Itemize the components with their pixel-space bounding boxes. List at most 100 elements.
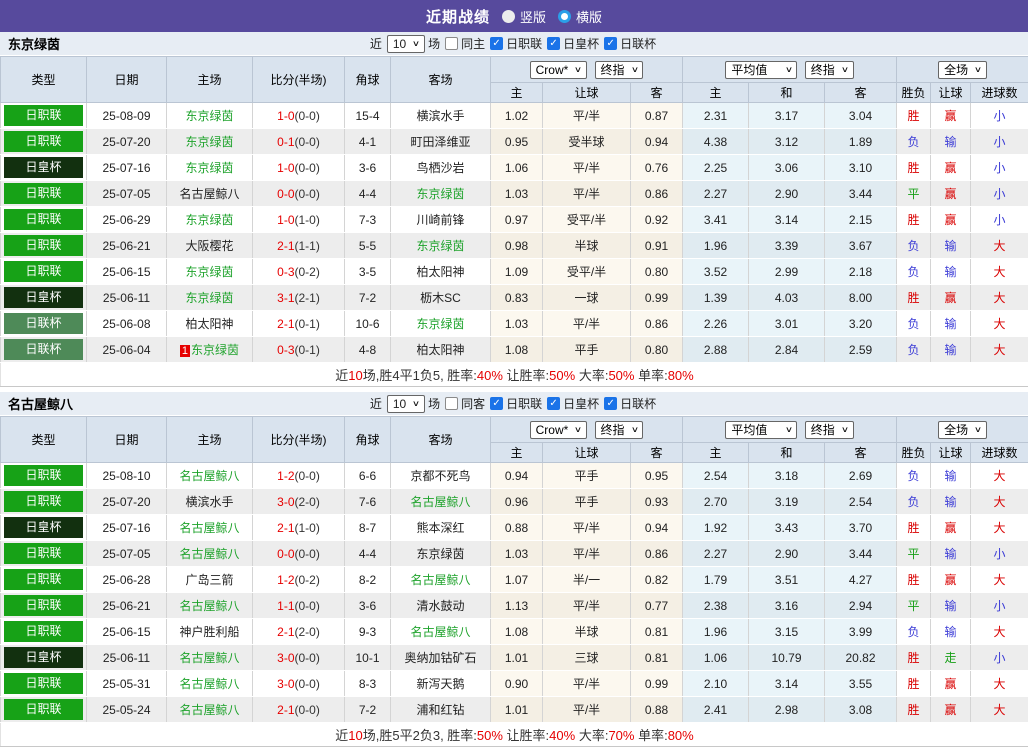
scope-select[interactable]: 全场∨ xyxy=(938,421,987,439)
score-cell: 0-3(0-2) xyxy=(253,259,345,285)
odds-source-header: Crow*∨ 终指∨ xyxy=(491,57,683,83)
scope-select[interactable]: 全场∨ xyxy=(938,61,987,79)
same-venue-checkbox[interactable] xyxy=(445,397,458,410)
score-cell: 0-1(0-0) xyxy=(253,129,345,155)
recent-count-select[interactable]: 10∨ xyxy=(387,35,425,53)
league-filter-checkbox-jleague[interactable] xyxy=(490,397,503,410)
result-handicap-cell: 输 xyxy=(931,311,971,337)
filter-games-label: 场 xyxy=(428,35,440,52)
date-cell: 25-08-10 xyxy=(87,463,167,489)
full-time-score: 1-2 xyxy=(277,573,294,587)
result-goals-cell: 大 xyxy=(971,697,1028,723)
corner-cell: 7-6 xyxy=(345,489,391,515)
avg-stage-select[interactable]: 终指∨ xyxy=(805,421,854,439)
date-cell: 25-06-15 xyxy=(87,619,167,645)
away-team-cell: 东京绿茵 xyxy=(391,311,491,337)
matches-table-home-team: 类型 日期 主场 比分(半场) 角球 客场 Crow*∨ 终指∨ 平均值∨ 终指… xyxy=(0,56,1028,387)
full-time-score: 2-1 xyxy=(277,317,294,331)
col-header-home: 主场 xyxy=(167,417,253,463)
avg-away-cell: 2.69 xyxy=(825,463,897,489)
odds-home-cell: 0.90 xyxy=(491,671,543,697)
league-cell: 日皇杯 xyxy=(1,645,87,671)
avg-source-select[interactable]: 平均值∨ xyxy=(725,421,797,439)
odds-away-cell: 0.87 xyxy=(631,103,683,129)
full-time-score: 2-1 xyxy=(277,625,294,639)
avg-source-select[interactable]: 平均值∨ xyxy=(725,61,797,79)
odds-stage-select[interactable]: 终指∨ xyxy=(595,421,644,439)
col-header-avg-away: 客 xyxy=(825,443,897,463)
full-time-score: 1-2 xyxy=(277,469,294,483)
away-team-cell: 东京绿茵 xyxy=(391,541,491,567)
odds-away-cell: 0.86 xyxy=(631,541,683,567)
avg-home-cell: 2.31 xyxy=(683,103,749,129)
corner-cell: 7-2 xyxy=(345,697,391,723)
league-cell: 日职联 xyxy=(1,697,87,723)
league-cell: 日职联 xyxy=(1,129,87,155)
away-team-name: 新泻天鹅 xyxy=(416,677,464,691)
date-cell: 25-06-11 xyxy=(87,645,167,671)
match-row: 日职联25-07-05名古屋鲸八0-0(0-0)4-4东京绿茵1.03平/半0.… xyxy=(1,541,1028,567)
same-venue-checkbox[interactable] xyxy=(445,37,458,50)
avg-home-cell: 1.06 xyxy=(683,645,749,671)
result-wdl-cell: 负 xyxy=(897,463,931,489)
league-filter-checkbox-emperor-cup[interactable] xyxy=(547,37,560,50)
avg-draw-cell: 3.06 xyxy=(749,155,825,181)
odds-stage-select[interactable]: 终指∨ xyxy=(595,61,644,79)
radio-icon[interactable] xyxy=(502,10,515,23)
home-team-name: 名古屋鲸八 xyxy=(179,521,239,535)
match-row: 日职联25-07-20东京绿茵0-1(0-0)4-1町田泽维亚0.95受半球0.… xyxy=(1,129,1028,155)
avg-home-cell: 1.79 xyxy=(683,567,749,593)
home-team-cell: 名古屋鲸八 xyxy=(167,671,253,697)
handicap-cell: 半球 xyxy=(543,233,631,259)
half-time-score: (0-0) xyxy=(295,703,320,717)
corner-cell: 15-4 xyxy=(345,103,391,129)
avg-draw-cell: 3.19 xyxy=(749,489,825,515)
home-team-name: 横滨水手 xyxy=(185,495,233,509)
result-wdl: 胜 xyxy=(908,677,920,691)
result-goals: 小 xyxy=(994,109,1006,123)
col-header-odds-home: 主 xyxy=(491,443,543,463)
result-wdl-cell: 负 xyxy=(897,129,931,155)
radio-checked-icon[interactable] xyxy=(558,10,571,23)
odds-source-select[interactable]: Crow*∨ xyxy=(530,61,588,79)
result-handicap: 赢 xyxy=(945,161,957,175)
home-team-name: 东京绿茵 xyxy=(185,291,233,305)
chevron-down-icon: ∨ xyxy=(784,63,792,77)
layout-radio-horizontal[interactable]: 横版 xyxy=(558,7,602,26)
home-team-cell: 名古屋鲸八 xyxy=(167,645,253,671)
rank-badge: 1 xyxy=(180,345,190,357)
match-row: 日职联25-07-05名古屋鲸八0-0(0-0)4-4东京绿茵1.03平/半0.… xyxy=(1,181,1028,207)
league-filter-label-league-cup: 日联杯 xyxy=(620,395,656,412)
result-goals: 小 xyxy=(994,599,1006,613)
result-handicap-cell: 输 xyxy=(931,541,971,567)
result-goals-cell: 大 xyxy=(971,671,1028,697)
avg-home-cell: 2.38 xyxy=(683,593,749,619)
league-filter-checkbox-emperor-cup[interactable] xyxy=(547,397,560,410)
league-type-badge: 日皇杯 xyxy=(4,647,83,668)
date-cell: 25-05-31 xyxy=(87,671,167,697)
score-cell: 3-1(2-1) xyxy=(253,285,345,311)
league-filter-checkbox-league-cup[interactable] xyxy=(604,37,617,50)
summary-text: 10 xyxy=(348,368,362,383)
league-filter-checkbox-league-cup[interactable] xyxy=(604,397,617,410)
chevron-down-icon: ∨ xyxy=(630,423,638,437)
league-filter-checkbox-jleague[interactable] xyxy=(490,37,503,50)
away-team-name: 京都不死鸟 xyxy=(410,469,470,483)
result-goals: 大 xyxy=(994,573,1006,587)
avg-away-cell: 3.99 xyxy=(825,619,897,645)
match-row: 日职联25-06-29东京绿茵1-0(1-0)7-3川崎前锋0.97受平/半0.… xyxy=(1,207,1028,233)
full-time-score: 1-0 xyxy=(277,161,294,175)
date-cell: 25-07-20 xyxy=(87,129,167,155)
away-team-name: 柏太阳神 xyxy=(416,343,464,357)
half-time-score: (0-0) xyxy=(295,187,320,201)
avg-draw-cell: 3.16 xyxy=(749,593,825,619)
home-team-cell: 广岛三箭 xyxy=(167,567,253,593)
handicap-cell: 受半球 xyxy=(543,129,631,155)
avg-stage-select[interactable]: 终指∨ xyxy=(805,61,854,79)
summary-text: 单率: xyxy=(634,368,667,383)
layout-radio-vertical[interactable]: 竖版 xyxy=(502,7,546,26)
home-team-cell: 东京绿茵 xyxy=(167,207,253,233)
odds-source-select[interactable]: Crow*∨ xyxy=(530,421,588,439)
recent-count-select[interactable]: 10∨ xyxy=(387,395,425,413)
result-handicap: 输 xyxy=(945,343,957,357)
